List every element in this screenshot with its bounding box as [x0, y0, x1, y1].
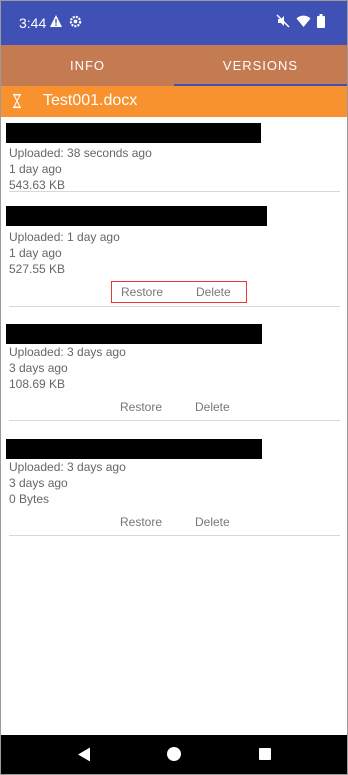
- divider: [9, 306, 340, 307]
- app-frame: 3:44 INFO VERSIONS Test001.docx Uploaded…: [0, 0, 348, 775]
- version-uploaded: Uploaded: 3 days ago: [9, 460, 126, 474]
- mute-icon: [276, 14, 290, 28]
- version-uploaded: Uploaded: 1 day ago: [9, 230, 120, 244]
- redacted-name: [6, 123, 261, 143]
- version-size: 527.55 KB: [9, 262, 66, 276]
- redacted-name: [6, 439, 262, 459]
- back-icon[interactable]: [77, 747, 91, 762]
- version-actions: Restore Delete: [111, 397, 245, 417]
- divider: [9, 191, 340, 192]
- delete-button[interactable]: Delete: [196, 285, 231, 299]
- restore-button[interactable]: Restore: [120, 400, 162, 414]
- file-header: Test001.docx: [1, 86, 347, 117]
- delete-button[interactable]: Delete: [195, 400, 230, 414]
- status-bar: 3:44: [1, 1, 347, 45]
- version-size: 0 Bytes: [9, 492, 50, 506]
- version-uploaded: Uploaded: 38 seconds ago: [9, 146, 152, 160]
- divider: [9, 420, 340, 421]
- restore-button[interactable]: Restore: [121, 285, 163, 299]
- warning-icon: [50, 15, 62, 27]
- version-age: 1 day ago: [9, 246, 62, 260]
- version-age: 1 day ago: [9, 162, 62, 176]
- navigation-bar: [1, 735, 347, 774]
- status-time: 3:44: [19, 15, 47, 31]
- recents-icon[interactable]: [259, 748, 271, 760]
- version-age: 3 days ago: [9, 476, 68, 490]
- version-actions: Restore Delete: [111, 281, 247, 303]
- battery-icon: [317, 14, 325, 28]
- tab-info[interactable]: INFO: [1, 45, 174, 86]
- delete-button[interactable]: Delete: [195, 515, 230, 529]
- restore-button[interactable]: Restore: [120, 515, 162, 529]
- wifi-icon: [296, 15, 311, 27]
- version-actions: Restore Delete: [111, 512, 245, 532]
- redacted-name: [6, 324, 262, 344]
- hourglass-icon: [13, 93, 21, 109]
- version-uploaded: Uploaded: 3 days ago: [9, 345, 126, 359]
- version-age: 3 days ago: [9, 361, 68, 375]
- file-name: Test001.docx: [43, 92, 138, 109]
- home-icon[interactable]: [167, 747, 181, 761]
- version-size: 108.69 KB: [9, 377, 66, 391]
- tab-versions[interactable]: VERSIONS: [174, 45, 347, 86]
- divider: [9, 535, 340, 536]
- redacted-name: [6, 206, 267, 226]
- settings-icon: [69, 15, 82, 27]
- tab-bar: INFO VERSIONS: [1, 45, 347, 86]
